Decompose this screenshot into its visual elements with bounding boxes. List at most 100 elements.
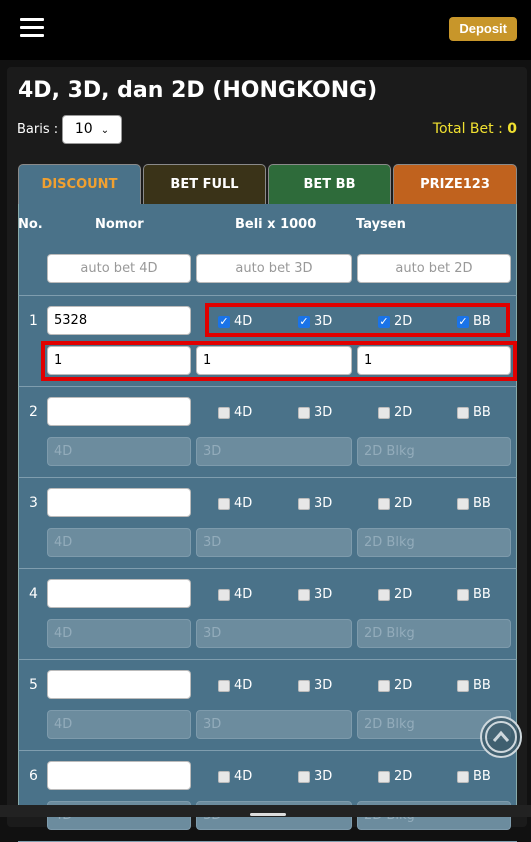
checkbox-label: 3D	[314, 769, 333, 784]
row-divider	[18, 295, 517, 296]
row-number: 6	[29, 768, 38, 784]
checkbox-label: 4D	[234, 587, 253, 602]
row-divider	[18, 386, 517, 387]
tab-label: DISCOUNT	[41, 177, 118, 192]
checkbox-unchecked-icon	[457, 406, 469, 419]
tab-bet-bb[interactable]: BET BB	[268, 164, 391, 204]
bet-3d-input[interactable]: 3D	[196, 437, 352, 466]
checkbox-label: 3D	[314, 496, 333, 511]
row-number: 1	[29, 313, 38, 329]
checkbox-label: 3D	[314, 587, 333, 602]
scroll-top-button[interactable]	[480, 716, 522, 758]
checkbox-label: 4D	[234, 769, 253, 784]
checkbox-unchecked-icon	[378, 770, 390, 783]
bet-4d-input[interactable]: 4D	[47, 710, 191, 739]
checkbox-label: BB	[473, 405, 491, 420]
menu-icon[interactable]	[20, 18, 44, 38]
bet-3d-input[interactable]: 3D	[196, 710, 352, 739]
checkbox-unchecked-icon	[378, 497, 390, 510]
tab-label: BET BB	[303, 177, 356, 192]
bet-2d-input[interactable]: 2D Blkg	[357, 528, 511, 557]
checkbox-4d[interactable]: 4D	[218, 405, 252, 420]
checkbox-4d[interactable]: 4D	[218, 587, 252, 602]
bet-4d-input[interactable]: 4D	[47, 528, 191, 557]
tab-prize123[interactable]: PRIZE123	[393, 164, 517, 204]
row-divider	[18, 659, 517, 660]
row-divider	[18, 750, 517, 751]
checkbox-4d[interactable]: 4D	[218, 678, 252, 693]
checkbox-unchecked-icon	[218, 588, 230, 601]
deposit-button[interactable]: Deposit	[449, 17, 517, 41]
nomor-input[interactable]: 5328	[47, 306, 191, 335]
baris-label: Baris :	[17, 122, 59, 137]
checkbox-unchecked-icon	[298, 497, 310, 510]
row-divider	[18, 568, 517, 569]
checkbox-3d[interactable]: 3D	[298, 678, 332, 693]
row-divider	[18, 477, 517, 478]
checkbox-label: 2D	[394, 587, 413, 602]
checkbox-3d[interactable]: 3D	[298, 405, 332, 420]
checkbox-unchecked-icon	[218, 679, 230, 692]
tab-bar: DISCOUNT BET FULL BET BB PRIZE123	[18, 164, 517, 204]
nomor-input[interactable]	[47, 761, 191, 790]
checkbox-label: 4D	[234, 496, 253, 511]
nomor-input[interactable]	[47, 488, 191, 517]
highlight-checkboxes	[205, 303, 510, 337]
checkbox-label: BB	[473, 678, 491, 693]
row-number: 4	[29, 586, 38, 602]
checkbox-3d[interactable]: 3D	[298, 496, 332, 511]
checkbox-4d[interactable]: 4D	[218, 769, 252, 784]
tab-label: BET FULL	[170, 177, 239, 192]
auto-bet-3d-input[interactable]: auto bet 3D	[196, 254, 352, 283]
header-beli: Beli x 1000	[235, 217, 317, 232]
auto-bet-4d-input[interactable]: auto bet 4D	[47, 254, 191, 283]
bet-3d-input[interactable]: 3D	[196, 528, 352, 557]
checkbox-4d[interactable]: 4D	[218, 496, 252, 511]
checkbox-bb[interactable]: BB	[457, 678, 491, 693]
checkbox-unchecked-icon	[457, 770, 469, 783]
bet-2d-input[interactable]: 2D Blkg	[357, 619, 511, 648]
bet-4d-input[interactable]: 4D	[47, 437, 191, 466]
checkbox-unchecked-icon	[298, 588, 310, 601]
bet-4d-input[interactable]: 4D	[47, 619, 191, 648]
checkbox-bb[interactable]: BB	[457, 405, 491, 420]
checkbox-2d[interactable]: 2D	[378, 769, 412, 784]
checkbox-label: 3D	[314, 405, 333, 420]
total-bet-value: 0	[507, 121, 517, 137]
baris-select[interactable]: 10 ⌄	[62, 115, 122, 144]
checkbox-2d[interactable]: 2D	[378, 678, 412, 693]
nomor-input[interactable]	[47, 670, 191, 699]
tab-label: PRIZE123	[420, 177, 490, 192]
checkbox-2d[interactable]: 2D	[378, 496, 412, 511]
checkbox-2d[interactable]: 2D	[378, 587, 412, 602]
checkbox-bb[interactable]: BB	[457, 587, 491, 602]
checkbox-unchecked-icon	[298, 679, 310, 692]
header-nomor: Nomor	[95, 217, 144, 232]
tab-discount[interactable]: DISCOUNT	[18, 164, 141, 204]
bet-3d-input[interactable]: 3D	[196, 619, 352, 648]
tab-bet-full[interactable]: BET FULL	[143, 164, 266, 204]
checkbox-label: 2D	[394, 678, 413, 693]
system-nav-bar	[0, 805, 531, 817]
checkbox-unchecked-icon	[298, 770, 310, 783]
checkbox-bb[interactable]: BB	[457, 496, 491, 511]
checkbox-label: BB	[473, 496, 491, 511]
checkbox-unchecked-icon	[457, 679, 469, 692]
nomor-input[interactable]	[47, 397, 191, 426]
checkbox-label: 2D	[394, 405, 413, 420]
checkbox-unchecked-icon	[218, 770, 230, 783]
checkbox-3d[interactable]: 3D	[298, 587, 332, 602]
bet-2d-input[interactable]: 2D Blkg	[357, 437, 511, 466]
checkbox-label: 4D	[234, 678, 253, 693]
total-bet-label: Total Bet :	[432, 121, 503, 137]
nomor-input[interactable]	[47, 579, 191, 608]
checkbox-2d[interactable]: 2D	[378, 405, 412, 420]
chevron-up-icon	[485, 721, 517, 753]
auto-bet-2d-input[interactable]: auto bet 2D	[357, 254, 511, 283]
checkbox-3d[interactable]: 3D	[298, 769, 332, 784]
row-number: 3	[29, 495, 38, 511]
baris-value: 10	[74, 121, 93, 137]
checkbox-bb[interactable]: BB	[457, 769, 491, 784]
checkbox-label: BB	[473, 587, 491, 602]
checkbox-label: BB	[473, 769, 491, 784]
